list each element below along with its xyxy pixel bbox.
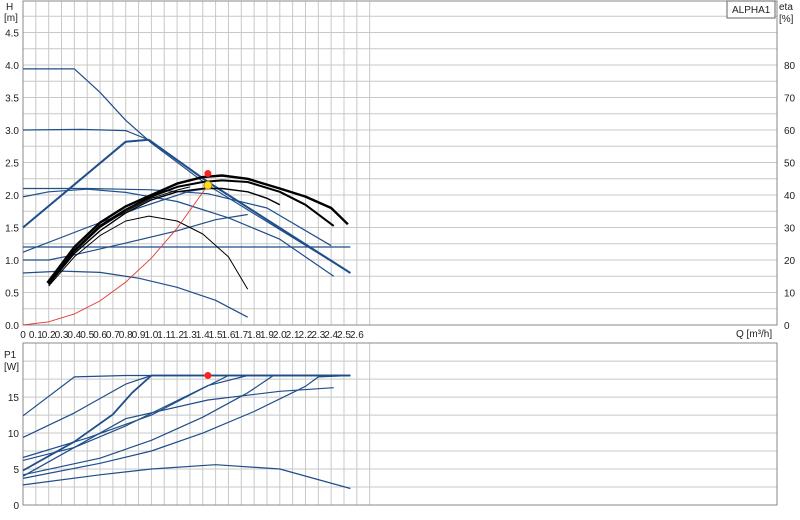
eta-tick-label: 0: [784, 321, 790, 332]
eta-axis-ticks: 0 10 20 30 40 50 60 70 80: [784, 61, 796, 332]
head-tick-label: 4.0: [5, 61, 19, 72]
power-tick-label: 15: [8, 393, 20, 404]
power-tick-label: 5: [13, 465, 19, 476]
duty-point-marker: [204, 372, 212, 379]
eta-axis-label: eta: [779, 2, 793, 13]
head-tick-label: 1.0: [5, 256, 19, 267]
x-tick-label: 2.6: [350, 330, 364, 341]
flow-axis-unit: Q [m³/h]: [736, 329, 772, 340]
head-tick-label: 2.5: [5, 159, 19, 170]
power-tick-label: 10: [8, 429, 20, 440]
eta-tick-label: 30: [784, 224, 796, 235]
power-axis-label: P1: [4, 350, 17, 361]
eta-axis-unit: [%]: [779, 14, 794, 25]
head-axis-label: H: [6, 2, 13, 13]
eta-tick-label: 20: [784, 256, 796, 267]
legend: ALPHA1: [726, 0, 776, 19]
eta-tick-label: 60: [784, 126, 796, 137]
head-tick-label: 3.5: [5, 94, 19, 105]
eta-tick-label: 50: [784, 159, 796, 170]
duty-point-marker: [203, 180, 213, 190]
eta-tick-label: 10: [784, 289, 796, 300]
head-tick-label: 0.0: [5, 321, 19, 332]
duty-point-marker: [204, 170, 212, 178]
pump-performance-chart: 0 0.1 0.2 0.3 0.4 0.5 0.6 0.7 0.8 0.9 1.0 1.1 1.2 1.3…: [0, 0, 800, 520]
eta-tick-label: 40: [784, 191, 796, 202]
head-tick-label: 2.0: [5, 191, 19, 202]
legend-label: ALPHA1: [732, 5, 771, 16]
head-axis-unit: [m]: [4, 13, 18, 24]
eta-tick-label: 80: [784, 61, 796, 72]
head-tick-label: 3.0: [5, 126, 19, 137]
eta-tick-label: 70: [784, 94, 796, 105]
power-tick-label: 0: [13, 501, 19, 512]
x-tick-label: 0: [20, 330, 26, 341]
x-axis-ticks: 0 0.10.20.30.40.50.60.70.80.91.01.11.21.3…: [20, 330, 364, 341]
head-tick-label: 4.5: [5, 29, 19, 40]
power-axis-unit: [W]: [4, 362, 19, 373]
head-tick-label: 1.5: [5, 224, 19, 235]
head-tick-label: 0.5: [5, 289, 19, 300]
chart-svg: 0 0.10.20.30.40.50.60.70.80.91.01.11.21.3…: [0, 0, 800, 520]
